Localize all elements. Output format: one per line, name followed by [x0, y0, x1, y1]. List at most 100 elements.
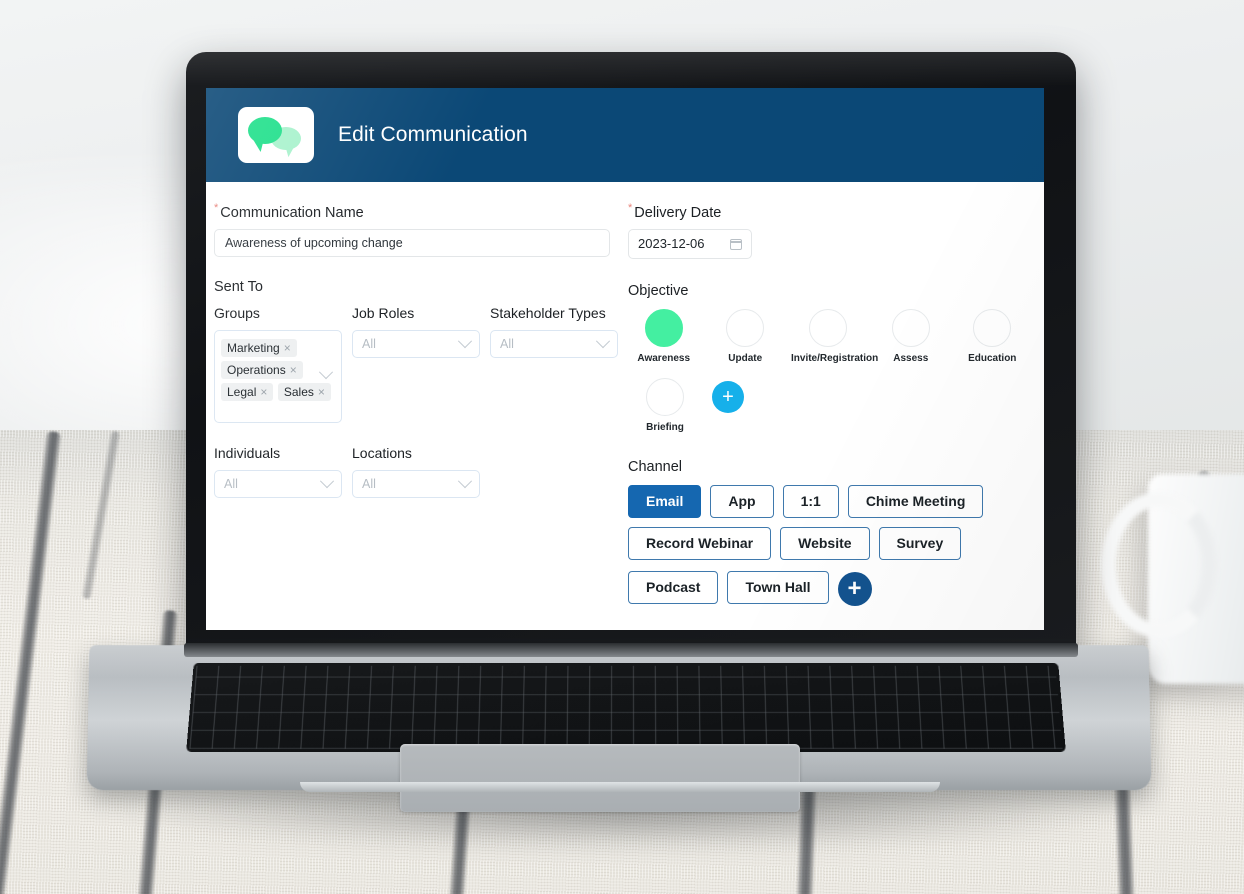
tag-label: Legal — [227, 384, 257, 399]
delivery-date-value: 2023-12-06 — [638, 236, 705, 252]
channel-button-app[interactable]: App — [710, 484, 774, 518]
job-roles-field: Job Roles All — [352, 305, 480, 423]
objective-options-row-1: Awareness Update Invite/Registration Ass… — [628, 308, 1038, 364]
objective-radio[interactable] — [891, 308, 930, 347]
channel-row: Record Webinar Website Survey — [628, 526, 1038, 560]
remove-tag-icon[interactable]: × — [260, 386, 267, 398]
objective-option-briefing[interactable]: Briefing — [628, 377, 702, 433]
required-indicator: * — [214, 202, 219, 214]
app-screen: Edit Communication *Communication Name S… — [206, 88, 1044, 630]
add-channel-button[interactable]: + — [837, 571, 872, 606]
sent-to-grid-second-row: Individuals All Locations All — [214, 445, 624, 498]
remove-tag-icon[interactable]: × — [284, 342, 291, 354]
sent-to-title: Sent To — [214, 278, 263, 295]
objective-options-row-2: Briefing + — [628, 377, 1038, 433]
channel-button-one-to-one[interactable]: 1:1 — [782, 484, 839, 518]
delivery-date-input[interactable]: 2023-12-06 — [628, 228, 752, 259]
laptop-trackpad — [400, 744, 800, 812]
groups-label: Groups — [214, 304, 260, 321]
app-header: Edit Communication — [206, 88, 1044, 182]
form-left-column: *Communication Name Sent To Groups Marke… — [214, 202, 624, 498]
objective-label: Briefing — [646, 421, 684, 433]
groups-field: Groups Marketing × Operations × Legal × — [214, 305, 342, 423]
groups-multiselect[interactable]: Marketing × Operations × Legal × Sales × — [214, 329, 342, 423]
form-body: *Communication Name Sent To Groups Marke… — [206, 182, 1044, 630]
individuals-select[interactable]: All — [214, 469, 342, 498]
job-roles-value: All — [362, 336, 376, 351]
channel-button-chime-meeting[interactable]: Chime Meeting — [847, 484, 984, 518]
channel-button-podcast[interactable]: Podcast — [628, 570, 719, 604]
add-objective-button[interactable]: + — [712, 380, 744, 413]
required-indicator: * — [628, 202, 633, 214]
page-title: Edit Communication — [338, 123, 528, 146]
objective-title: Objective — [628, 282, 689, 299]
chevron-down-icon — [319, 473, 335, 489]
chevron-down-icon — [595, 333, 611, 349]
remove-tag-icon[interactable]: × — [318, 386, 325, 398]
individuals-value: All — [224, 476, 238, 491]
tag-label: Marketing — [227, 340, 280, 355]
channel-button-town-hall[interactable]: Town Hall — [727, 570, 829, 604]
channel-row: Email App 1:1 Chime Meeting — [628, 484, 1038, 518]
objective-label: Education — [968, 352, 1017, 364]
objective-option-education[interactable]: Education — [957, 308, 1029, 364]
remove-tag-icon[interactable]: × — [290, 364, 297, 376]
stakeholder-types-field: Stakeholder Types All — [490, 305, 618, 423]
delivery-date-label-text: Delivery Date — [634, 204, 722, 221]
channel-button-website[interactable]: Website — [780, 526, 870, 560]
channel-title: Channel — [628, 458, 683, 475]
locations-select[interactable]: All — [352, 469, 480, 498]
individuals-label: Individuals — [214, 444, 281, 461]
chevron-down-icon[interactable] — [318, 365, 334, 380]
objective-label: Assess — [893, 352, 929, 364]
tag-label: Sales — [283, 384, 314, 399]
stakeholder-types-select[interactable]: All — [490, 329, 618, 358]
channel-button-record-webinar[interactable]: Record Webinar — [628, 526, 772, 560]
form-right-column: * Delivery Date 2023-12-06 Objective Awar… — [628, 202, 1038, 606]
channel-button-survey[interactable]: Survey — [878, 526, 962, 560]
speech-bubble-front — [248, 117, 282, 144]
objective-option-invite-registration[interactable]: Invite/Registration — [791, 308, 879, 364]
tag-chip[interactable]: Sales × — [277, 382, 331, 401]
stakeholder-types-label: Stakeholder Types — [490, 304, 606, 321]
objective-label: Awareness — [637, 352, 691, 364]
objective-option-awareness[interactable]: Awareness — [628, 308, 700, 364]
laptop-keyboard — [186, 662, 1066, 752]
chevron-down-icon — [457, 333, 473, 349]
tag-chip[interactable]: Operations × — [221, 360, 303, 379]
calendar-icon[interactable] — [730, 238, 742, 250]
tag-chip[interactable]: Marketing × — [221, 338, 297, 357]
tag-chip[interactable]: Legal × — [221, 382, 274, 401]
chevron-down-icon — [457, 473, 473, 489]
laptop-front-edge — [300, 782, 940, 792]
laptop-hinge — [184, 643, 1078, 657]
objective-option-update[interactable]: Update — [710, 308, 782, 364]
objective-label: Invite/Registration — [791, 352, 879, 364]
objective-radio[interactable] — [973, 308, 1012, 347]
sent-to-grid: Groups Marketing × Operations × Legal × — [214, 305, 624, 423]
delivery-date-label: * Delivery Date — [628, 202, 1038, 221]
tag-label: Operations — [227, 362, 286, 377]
channel-row: Podcast Town Hall + — [628, 569, 1038, 606]
locations-value: All — [362, 476, 376, 491]
job-roles-select[interactable]: All — [352, 329, 480, 358]
individuals-field: Individuals All — [214, 445, 342, 498]
locations-field: Locations All — [352, 445, 480, 498]
communication-name-label-text: Communication Name — [220, 204, 364, 221]
speech-bubbles-icon — [238, 107, 314, 163]
mug-handle — [1101, 492, 1217, 638]
locations-label: Locations — [352, 444, 412, 461]
stakeholder-types-value: All — [500, 336, 514, 351]
objective-option-assess[interactable]: Assess — [875, 308, 947, 364]
job-roles-label: Job Roles — [352, 304, 415, 321]
objective-radio[interactable] — [809, 308, 847, 347]
objective-radio[interactable] — [644, 308, 683, 347]
communication-name-input[interactable] — [214, 228, 610, 257]
communication-name-label: * Communication Name — [214, 202, 624, 221]
objective-radio[interactable] — [726, 308, 765, 347]
objective-radio[interactable] — [646, 377, 684, 416]
objective-label: Update — [728, 352, 763, 364]
channel-options: Email App 1:1 Chime Meeting Record Webin… — [628, 484, 1038, 606]
channel-button-email[interactable]: Email — [628, 484, 702, 518]
